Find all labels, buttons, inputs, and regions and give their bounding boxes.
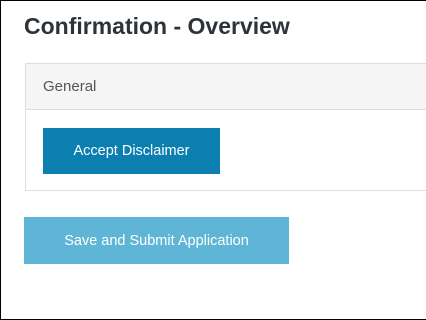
- page-title: Confirmation - Overview: [24, 13, 290, 39]
- accept-disclaimer-button[interactable]: Accept Disclaimer: [43, 128, 220, 174]
- window-frame: Confirmation - Overview General Accept D…: [0, 0, 426, 320]
- save-and-submit-button[interactable]: Save and Submit Application: [24, 217, 289, 264]
- panel-body: Accept Disclaimer: [26, 110, 426, 190]
- panel-heading: General: [26, 64, 426, 110]
- general-panel: General Accept Disclaimer: [25, 63, 426, 191]
